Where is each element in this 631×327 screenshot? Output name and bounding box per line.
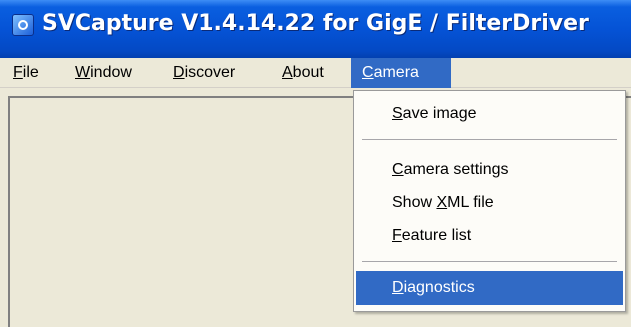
diagnostics-accel: D (392, 279, 404, 296)
menu-file-label: ile (22, 64, 39, 81)
menu-about-label: bout (292, 64, 324, 81)
show-xml-label: ML file (447, 194, 494, 211)
menu-item-show-xml-file[interactable]: Show XML file (356, 186, 623, 220)
menu-camera[interactable]: Camera (351, 58, 451, 88)
menu-separator (362, 261, 617, 262)
app-icon[interactable] (12, 14, 34, 36)
menu-window-accel: W (75, 64, 91, 81)
menu-item-camera-settings[interactable]: Camera settings (356, 153, 623, 187)
menu-item-feature-list[interactable]: Feature list (356, 219, 623, 253)
menu-discover-label: iscover (184, 64, 236, 81)
save-image-accel: S (392, 105, 403, 122)
menu-about-accel: A (282, 64, 293, 81)
menu-item-diagnostics[interactable]: Diagnostics (356, 271, 623, 305)
menu-file-accel: F (13, 64, 23, 81)
menu-window[interactable]: Window (69, 58, 138, 88)
camera-dropdown-menu: Save image Camera settings Show XML file… (353, 90, 626, 312)
menu-discover-accel: D (173, 64, 185, 81)
menu-file[interactable]: File (7, 58, 45, 88)
menu-discover[interactable]: Discover (167, 58, 241, 88)
save-image-label: ave image (402, 105, 477, 122)
menu-camera-accel: C (362, 64, 374, 81)
feature-list-label: eature list (401, 227, 472, 244)
feature-list-accel: F (392, 227, 402, 244)
show-xml-accel: X (436, 194, 448, 211)
window-title: SVCapture V1.4.14.22 for GigE / FilterDr… (42, 11, 589, 36)
menu-about[interactable]: About (276, 58, 330, 88)
show-xml-prefix: Show (392, 194, 437, 211)
menu-camera-label: amera (373, 64, 419, 81)
camera-settings-label: amera settings (403, 161, 509, 178)
menu-item-save-image[interactable]: Save image (356, 97, 623, 131)
camera-settings-accel: C (392, 161, 404, 178)
title-bar[interactable]: SVCapture V1.4.14.22 for GigE / FilterDr… (0, 0, 631, 58)
menu-bar: File Window Discover About Camera (0, 58, 631, 88)
diagnostics-label: iagnostics (403, 279, 475, 296)
menu-separator (362, 139, 617, 140)
menu-window-label: indow (90, 64, 132, 81)
